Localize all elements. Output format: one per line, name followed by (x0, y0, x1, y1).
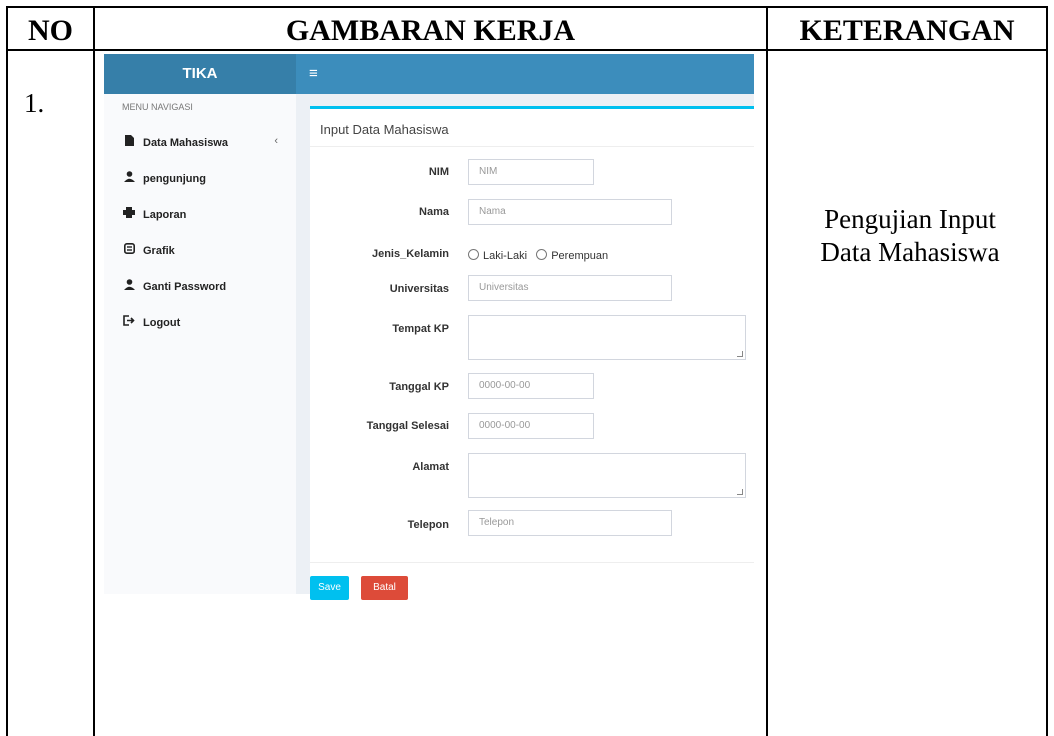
nama-input[interactable]: Nama (468, 199, 672, 225)
jenis-kelamin-label: Jenis_Kelamin (371, 248, 449, 260)
sidebar-item-laporan[interactable]: Laporan (122, 207, 292, 225)
keterangan-line-1: Pengujian Input (824, 204, 996, 234)
sidebar-item-label: Laporan (143, 209, 187, 221)
logout-icon (122, 315, 136, 329)
radio-label: Perempuan (551, 250, 609, 262)
divider (310, 562, 754, 563)
tempat-kp-textarea[interactable] (468, 315, 746, 360)
sidebar-item-grafik[interactable]: Grafik (122, 243, 292, 261)
menu-toggle-icon[interactable]: ≡ (309, 54, 318, 94)
header-keterangan: KETERANGAN (799, 14, 1015, 47)
universitas-input[interactable]: Universitas (468, 275, 672, 301)
app-screenshot: TIKA ≡ MENU NAVIGASI Data Mahasiswa ‹ pe… (104, 54, 754, 600)
form-box: Input Data Mahasiswa NIM NIM Nama Nama J… (310, 106, 754, 600)
tempat-kp-label: Tempat KP (392, 323, 449, 335)
row-number: 1. (24, 88, 45, 118)
chart-box-icon (122, 243, 136, 257)
app-logo[interactable]: TIKA (104, 54, 296, 94)
table-border-col1 (93, 6, 95, 736)
tanggal-kp-label: Tanggal KP (389, 381, 449, 393)
form-title: Input Data Mahasiswa (320, 122, 449, 137)
sidebar-item-pengunjung[interactable]: pengunjung (122, 171, 292, 189)
nim-input[interactable]: NIM (468, 159, 594, 185)
radio-laki-laki[interactable]: Laki-Laki (468, 249, 528, 262)
save-button[interactable]: Save (310, 576, 349, 600)
print-icon (122, 207, 136, 221)
radio-circle-icon (536, 249, 548, 260)
top-navbar: TIKA ≡ (104, 54, 754, 94)
tanggal-selesai-input[interactable]: 0000-00-00 (468, 413, 594, 439)
content-area: Input Data Mahasiswa NIM NIM Nama Nama J… (296, 94, 754, 600)
sidebar-item-label: Ganti Password (143, 281, 227, 293)
sidebar-item-label: Logout (143, 317, 181, 329)
radio-perempuan[interactable]: Perempuan (536, 249, 609, 262)
table-border-right (1046, 6, 1048, 736)
telepon-label: Telepon (407, 519, 449, 531)
sidebar: MENU NAVIGASI Data Mahasiswa ‹ pengunjun… (104, 94, 296, 594)
table-border-header (6, 49, 1048, 51)
keterangan-text: Pengujian Input Data Mahasiswa (770, 203, 1050, 269)
nim-label: NIM (428, 166, 449, 178)
divider (310, 146, 754, 147)
header-gambaran-kerja: GAMBARAN KERJA (285, 14, 576, 47)
sidebar-item-label: Data Mahasiswa (143, 137, 228, 149)
file-icon (122, 135, 136, 149)
nama-label: Nama (419, 206, 449, 218)
telepon-input[interactable]: Telepon (468, 510, 672, 536)
alamat-label: Alamat (412, 461, 449, 473)
sidebar-item-label: Grafik (143, 245, 175, 257)
table-border-top (6, 6, 1048, 8)
user-icon (122, 279, 136, 293)
alamat-textarea[interactable] (468, 453, 746, 498)
universitas-label: Universitas (389, 283, 449, 295)
sidebar-item-logout[interactable]: Logout (122, 315, 292, 333)
tanggal-selesai-label: Tanggal Selesai (366, 420, 449, 432)
table-border-col2 (766, 6, 768, 736)
header-no: NO (28, 14, 73, 47)
radio-label: Laki-Laki (483, 250, 528, 262)
batal-button[interactable]: Batal (361, 576, 408, 600)
tanggal-kp-input[interactable]: 0000-00-00 (468, 373, 594, 399)
sidebar-heading: MENU NAVIGASI (122, 102, 193, 112)
sidebar-item-data-mahasiswa[interactable]: Data Mahasiswa ‹ (122, 135, 292, 153)
chevron-left-icon: ‹ (274, 135, 278, 147)
radio-circle-icon (468, 249, 479, 260)
sidebar-item-ganti-password[interactable]: Ganti Password (122, 279, 292, 297)
gender-radio-group: Laki-Laki Perempuan (468, 249, 608, 262)
keterangan-line-2: Data Mahasiswa (820, 237, 1000, 267)
sidebar-item-label: pengunjung (143, 173, 206, 185)
user-icon (122, 171, 136, 185)
table-border-left (6, 6, 8, 736)
